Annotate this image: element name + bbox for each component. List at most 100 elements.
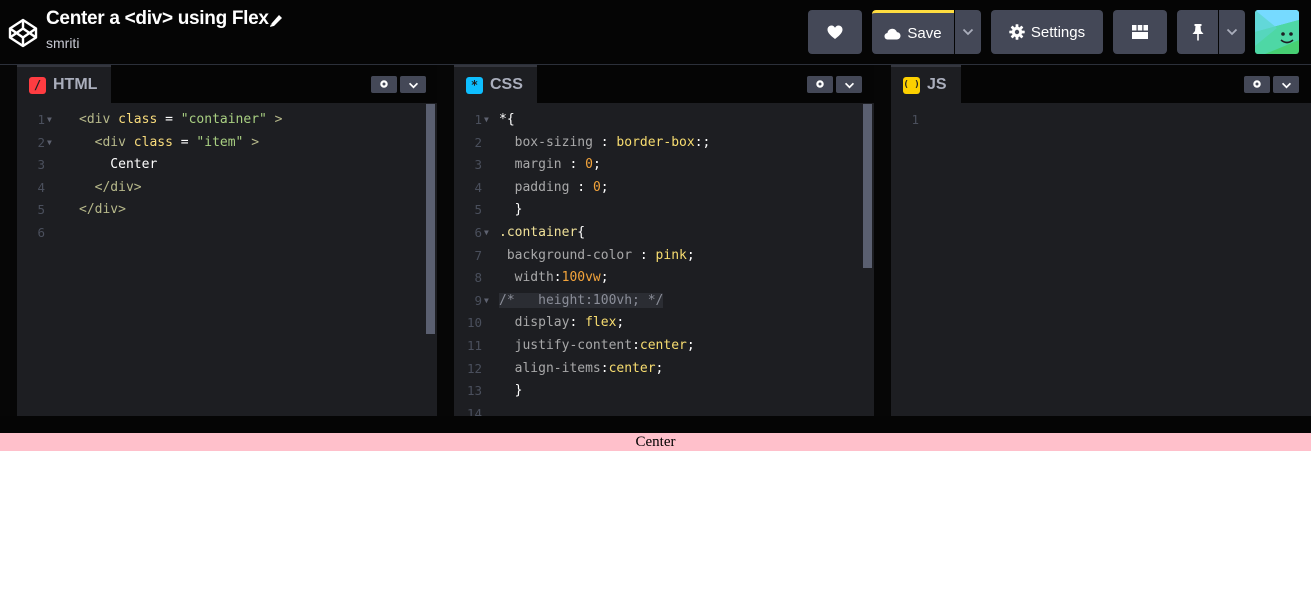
code-line[interactable]: 5 </div>: [17, 199, 437, 222]
pin-options-button[interactable]: [1219, 10, 1245, 54]
html-badge-icon: /: [29, 76, 46, 94]
code-line[interactable]: 3 margin : 0;: [454, 154, 874, 177]
code-line[interactable]: 2 box-sizing : border-box:;: [454, 132, 874, 155]
code-token: ;: [592, 157, 601, 173]
code-line[interactable]: 1 ▼ <div class = "container" >: [17, 109, 437, 132]
code-text: .container{: [499, 222, 585, 245]
author-name[interactable]: smriti: [46, 35, 79, 51]
js-editor-panel: ( ) JS 1: [891, 65, 1311, 416]
code-line[interactable]: 9 ▼ /* height:100vh; */: [454, 290, 874, 313]
line-number: 11: [466, 337, 482, 353]
code-token: ;: [600, 270, 609, 286]
code-text: }: [499, 199, 523, 222]
code-line[interactable]: 8 width:100vw;: [454, 267, 874, 290]
chevron-down-icon: [844, 76, 855, 94]
css-code[interactable]: 1 ▼ *{2 box-sizing : border-box:; 3 margin …: [454, 109, 874, 425]
pen-title[interactable]: Center a <div> using Flex: [46, 8, 269, 30]
layout-grid-icon: [1132, 25, 1148, 39]
code-line[interactable]: 13 }: [454, 380, 874, 403]
code-token: center: [608, 360, 656, 376]
tab-js[interactable]: ( ) JS: [891, 65, 961, 103]
code-text: justify-content:center;: [499, 335, 695, 358]
code-text: </div>: [79, 199, 126, 222]
save-button[interactable]: Save: [872, 10, 954, 54]
code-line[interactable]: 3 Center: [17, 154, 437, 177]
code-token: 100vw: [561, 270, 601, 286]
code-line[interactable]: 6 ▼ .container{: [454, 222, 874, 245]
preview-item: Center: [635, 433, 676, 450]
code-line[interactable]: 10 display: flex;: [454, 312, 874, 335]
code-token: =: [157, 112, 181, 127]
code-token: flex: [585, 315, 617, 331]
js-collapse-button[interactable]: [1273, 76, 1299, 93]
user-avatar[interactable]: [1255, 10, 1299, 54]
line-number: 6: [474, 224, 482, 240]
css-editor-panel: * CSS 1 ▼ *{2 box-sizing : border-box:; 3 m…: [454, 65, 874, 421]
change-view-button[interactable]: [1113, 10, 1167, 54]
code-token: }: [499, 383, 523, 399]
tab-css[interactable]: * CSS: [454, 65, 537, 103]
line-number: 4: [474, 179, 482, 195]
code-text: </div>: [79, 177, 142, 200]
code-line[interactable]: 4 padding : 0;: [454, 177, 874, 200]
html-collapse-button[interactable]: [400, 76, 426, 93]
js-settings-button[interactable]: [1244, 76, 1270, 93]
html-settings-button[interactable]: [371, 76, 397, 93]
code-line[interactable]: 11 justify-content:center;: [454, 335, 874, 358]
code-line[interactable]: 6: [17, 222, 437, 245]
tab-js-label: JS: [927, 76, 947, 93]
fold-arrow-icon[interactable]: ▼: [484, 290, 489, 313]
line-number: 6: [37, 224, 45, 240]
line-number: 2: [474, 134, 482, 150]
js-code[interactable]: 1: [891, 109, 1311, 132]
editor-area: / HTML 1 ▼ <div class = "container" >2 ▼ <d…: [0, 64, 1311, 421]
code-token: .container: [499, 224, 578, 240]
fold-arrow-icon[interactable]: ▼: [47, 109, 52, 132]
preview-resize-handle[interactable]: [0, 416, 1311, 433]
pin-button[interactable]: [1177, 10, 1218, 54]
code-token: 0: [592, 179, 601, 195]
code-token: width: [514, 270, 554, 286]
code-token: padding: [514, 179, 570, 195]
save-label: Save: [907, 25, 942, 42]
chevron-down-icon: [1226, 28, 1238, 36]
code-line[interactable]: 1 ▼ *{: [454, 109, 874, 132]
code-token: <div: [79, 112, 119, 127]
code-token: :: [569, 179, 593, 195]
settings-button[interactable]: Settings: [991, 10, 1103, 54]
html-scrollbar[interactable]: [426, 104, 435, 334]
code-token: >: [266, 112, 283, 127]
code-line[interactable]: 5 }: [454, 199, 874, 222]
fold-arrow-icon[interactable]: ▼: [47, 132, 52, 155]
code-text: display: flex;: [499, 312, 625, 335]
code-token: align-items: [514, 360, 601, 376]
cloud-icon: [884, 28, 901, 40]
fold-arrow-icon[interactable]: ▼: [484, 222, 489, 245]
code-line[interactable]: 1: [891, 109, 1311, 132]
code-token: ;: [655, 360, 664, 376]
html-code[interactable]: 1 ▼ <div class = "container" >2 ▼ <div clas…: [17, 109, 437, 245]
code-text: align-items:center;: [499, 358, 664, 381]
code-line[interactable]: 4 </div>: [17, 177, 437, 200]
line-number: 1: [37, 112, 45, 127]
css-scrollbar[interactable]: [863, 104, 872, 268]
love-button[interactable]: [808, 10, 862, 54]
top-bar: Center a <div> using Flex smriti Save Se…: [0, 0, 1311, 64]
code-token: "item": [196, 134, 244, 150]
fold-arrow-icon[interactable]: ▼: [484, 109, 489, 132]
tab-html[interactable]: / HTML: [17, 65, 112, 103]
code-line[interactable]: 12 align-items:center;: [454, 358, 874, 381]
css-settings-button[interactable]: [807, 76, 833, 93]
css-collapse-button[interactable]: [836, 76, 862, 93]
code-token: border-box: [616, 134, 695, 150]
codepen-logo-icon[interactable]: [7, 17, 39, 49]
save-options-button[interactable]: [955, 10, 981, 54]
code-line[interactable]: 7 background-color : pink;: [454, 245, 874, 268]
code-line[interactable]: 2 ▼ <div class = "item" >: [17, 132, 437, 155]
edit-pencil-icon[interactable]: [268, 13, 284, 29]
